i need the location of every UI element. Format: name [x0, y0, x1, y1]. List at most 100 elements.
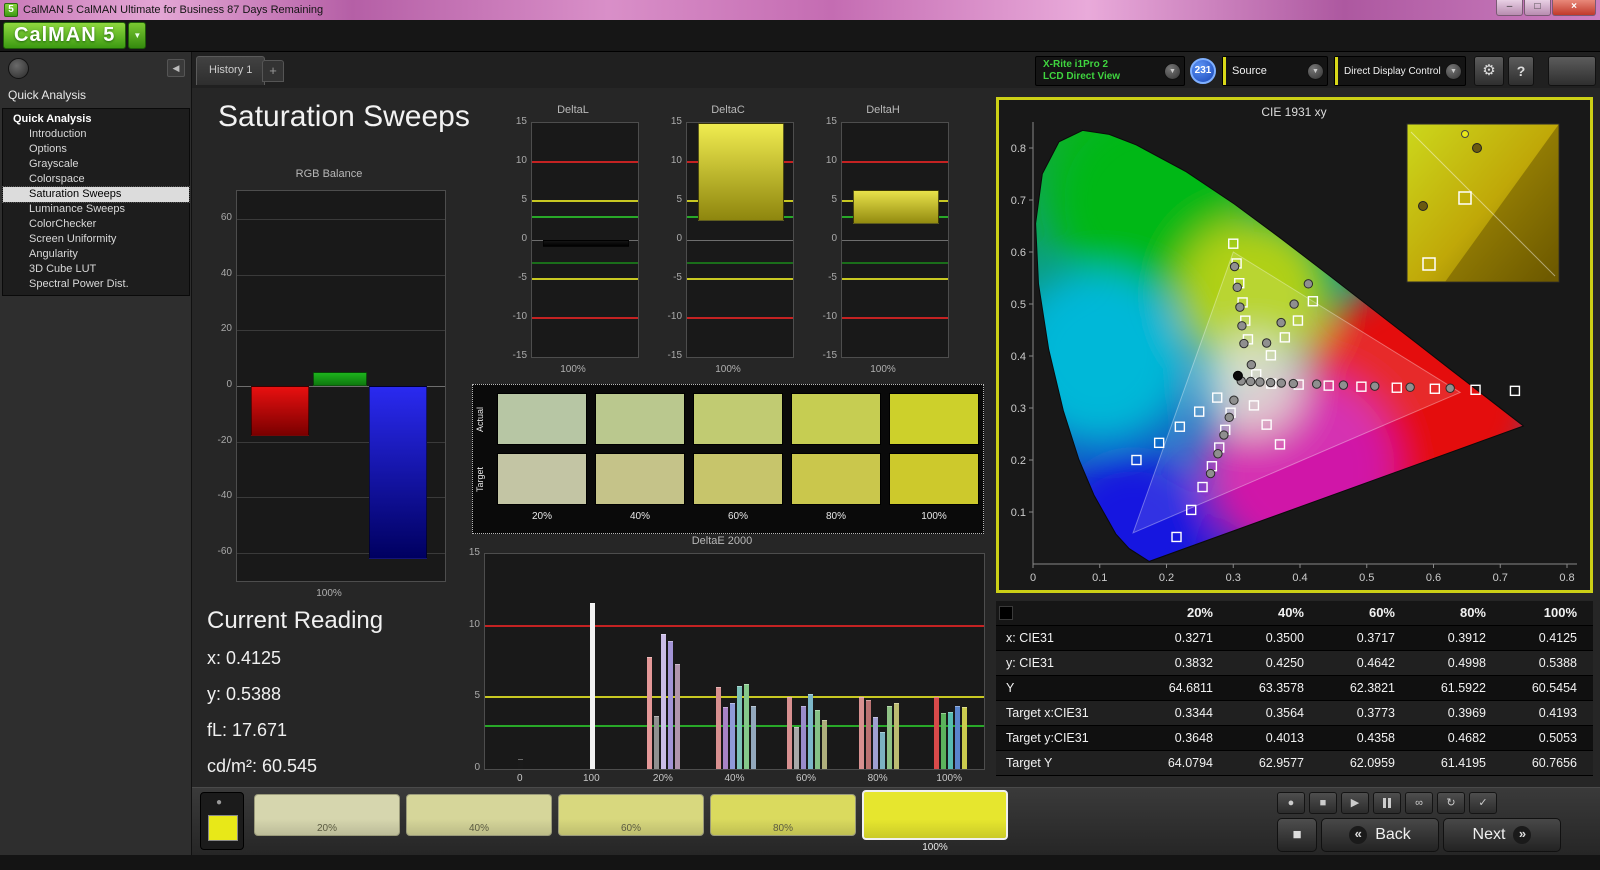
table-header-cell: 40%	[1277, 605, 1304, 620]
deltac-y-tick: 0	[676, 233, 682, 244]
add-tab-button[interactable]: +	[262, 60, 284, 82]
stimulus-swatch-80%[interactable]: 80%	[708, 788, 858, 854]
stop-icon: ■	[1319, 797, 1327, 809]
stop-button[interactable]: ■	[1309, 792, 1337, 814]
stimulus-swatch-40%[interactable]: 40%	[404, 788, 554, 854]
meter-selector[interactable]: X-Rite i1Pro 2 LCD Direct View ▼	[1035, 56, 1185, 86]
table-row[interactable]: Y 64.6811 63.3578 62.3821 61.5922 60.5454	[996, 676, 1593, 701]
sidebar-collapse-button[interactable]: ◀	[167, 59, 185, 77]
cie-measured-circle	[1276, 317, 1286, 328]
cie-tick-label: 0.8	[1011, 143, 1026, 155]
sidebar-menu-button[interactable]	[8, 58, 29, 79]
display-control-label: Direct Display Control	[1344, 65, 1441, 77]
sidebar-item-3d-cube-lut[interactable]: 3D Cube LUT	[3, 262, 189, 277]
table-cell-value: 63.3578	[1258, 681, 1304, 695]
minimize-button[interactable]: –	[1496, 0, 1523, 16]
window-title: CalMAN 5 CalMAN Ultimate for Business 87…	[23, 4, 324, 16]
cie-target-square	[1509, 385, 1521, 397]
stimulus-swatch-label: 20%	[316, 823, 337, 834]
display-control-selector[interactable]: Direct Display Control ▼	[1334, 56, 1466, 86]
meter-dropdown-icon[interactable]: ▼	[1164, 63, 1181, 80]
status-strip	[0, 855, 1600, 870]
back-label: Back	[1375, 826, 1411, 843]
record-button[interactable]: ●	[1277, 792, 1305, 814]
table-cell-value: 0.5388	[1538, 656, 1577, 670]
stimulus-swatch-label: 100%	[922, 842, 948, 853]
back-button[interactable]: « Back	[1321, 818, 1439, 852]
meter-line2: LCD Direct View	[1043, 71, 1121, 82]
table-cell-value: 0.4125	[1538, 631, 1577, 645]
inset-current-dot	[1461, 130, 1469, 138]
source-selector[interactable]: Source ▼	[1222, 56, 1328, 86]
table-row[interactable]: y: CIE31 0.3832 0.4250 0.4642 0.4998 0.5388	[996, 651, 1593, 676]
table-row[interactable]: Target y:CIE31 0.3648 0.4013 0.4358 0.4682 0.…	[996, 726, 1593, 751]
sidebar-item-colorspace[interactable]: Colorspace	[3, 172, 189, 187]
stimulus-swatch-100%[interactable]: 100%	[860, 788, 1010, 854]
deltac-ref-line	[687, 262, 793, 265]
sidebar-item-colorchecker[interactable]: ColorChecker	[3, 217, 189, 232]
extra-toolbar-button[interactable]	[1548, 56, 1596, 86]
cie-measured-circle	[1255, 377, 1265, 387]
rgb-balance-plot	[236, 190, 446, 582]
app-icon: 5	[4, 3, 18, 17]
cie-measured-circle	[1289, 299, 1299, 309]
deltal-y-tick: -15	[512, 350, 527, 361]
back-arrow-icon: «	[1349, 826, 1368, 844]
sidebar-item-luminance-sweeps[interactable]: Luminance Sweeps	[3, 202, 189, 217]
table-row[interactable]: x: CIE31 0.3271 0.3500 0.3717 0.3912 0.4125	[996, 626, 1593, 651]
window-controls: – □ ×	[1495, 0, 1596, 16]
sidebar-item-spectral-power-dist-[interactable]: Spectral Power Dist.	[3, 277, 189, 292]
table-cell-value: 60.5454	[1531, 681, 1577, 695]
settings-button[interactable]: ⚙	[1474, 56, 1504, 86]
display-control-dropdown-icon[interactable]: ▼	[1445, 63, 1462, 80]
table-cell-value: 0.3773	[1356, 706, 1395, 720]
cie-tick-label: 0.4	[1292, 572, 1307, 584]
cie-svg: CIE 1931 xy 0 0.1 0.2 0.3 0.4 0.5 0.6 0.7 0.8 0.1…	[1011, 105, 1577, 584]
sidebar-item-angularity[interactable]: Angularity	[3, 247, 189, 262]
restore-button[interactable]: □	[1524, 0, 1551, 16]
deltah-y-tick: -10	[822, 311, 837, 322]
rgb-balance-xlabel: 100%	[316, 588, 342, 599]
stimulus-swatch-60%[interactable]: 60%	[556, 788, 706, 854]
swatch-row-label-actual: Actual	[475, 406, 485, 432]
record-icon: ●	[216, 797, 223, 808]
big-stop-button[interactable]: ■	[1277, 818, 1317, 852]
table-row[interactable]: Target x:CIE31 0.3344 0.3564 0.3773 0.3969 0.…	[996, 701, 1593, 726]
cie-measured-circle	[1229, 395, 1239, 405]
pause-button[interactable]	[1373, 792, 1401, 814]
sidebar-item-screen-uniformity[interactable]: Screen Uniformity	[3, 232, 189, 247]
deltae-bar	[647, 657, 653, 769]
deltal-ref-line	[532, 200, 638, 202]
play-button[interactable]: ▶	[1341, 792, 1369, 814]
table-row[interactable]: Target Y 64.0794 62.9577 62.0959 61.4195 60.7…	[996, 751, 1593, 776]
source-dropdown-icon[interactable]: ▼	[1307, 63, 1324, 80]
tab-history-1[interactable]: History 1	[196, 56, 266, 85]
logo-dropdown-icon[interactable]: ▼	[128, 22, 147, 49]
sidebar-item-options[interactable]: Options	[3, 142, 189, 157]
table-cell-value: 64.6811	[1168, 681, 1213, 695]
rgb-gridline	[237, 330, 445, 332]
deltae-chart: DeltaE 2000 15 10 5 0 0 100 20% 40% 60% 80% 100%	[456, 535, 988, 790]
cie-measured-circle	[1261, 338, 1272, 348]
sidebar-item-grayscale[interactable]: Grayscale	[3, 157, 189, 172]
deltae-bar	[750, 705, 756, 769]
sidebar-item-quick-analysis[interactable]: Quick Analysis	[3, 112, 189, 127]
continuous-button[interactable]: ∞	[1405, 792, 1433, 814]
stimulus-swatch-button	[862, 790, 1008, 840]
swatch-col-label: 20%	[531, 511, 552, 522]
accept-button[interactable]: ✓	[1469, 792, 1497, 814]
stimulus-swatch-label: 60%	[620, 823, 641, 834]
stimulus-swatch-20%[interactable]: 20%	[252, 788, 402, 854]
help-button[interactable]: ?	[1508, 56, 1534, 86]
sidebar-item-saturation-sweeps[interactable]: Saturation Sweeps	[2, 186, 190, 203]
sidebar-item-introduction[interactable]: Introduction	[3, 127, 189, 142]
close-button[interactable]: ×	[1552, 0, 1596, 16]
table-corner-swatch	[999, 606, 1013, 620]
loop-button[interactable]: ↻	[1437, 792, 1465, 814]
stimulus-preview-button[interactable]: ●	[200, 792, 244, 850]
cie-measured-circle	[1288, 378, 1299, 389]
cie-tick-label: 0.4	[1011, 351, 1026, 363]
table-cell-value: 0.4642	[1356, 656, 1395, 670]
swatch-target-80%	[791, 453, 881, 505]
next-button[interactable]: Next »	[1443, 818, 1561, 852]
